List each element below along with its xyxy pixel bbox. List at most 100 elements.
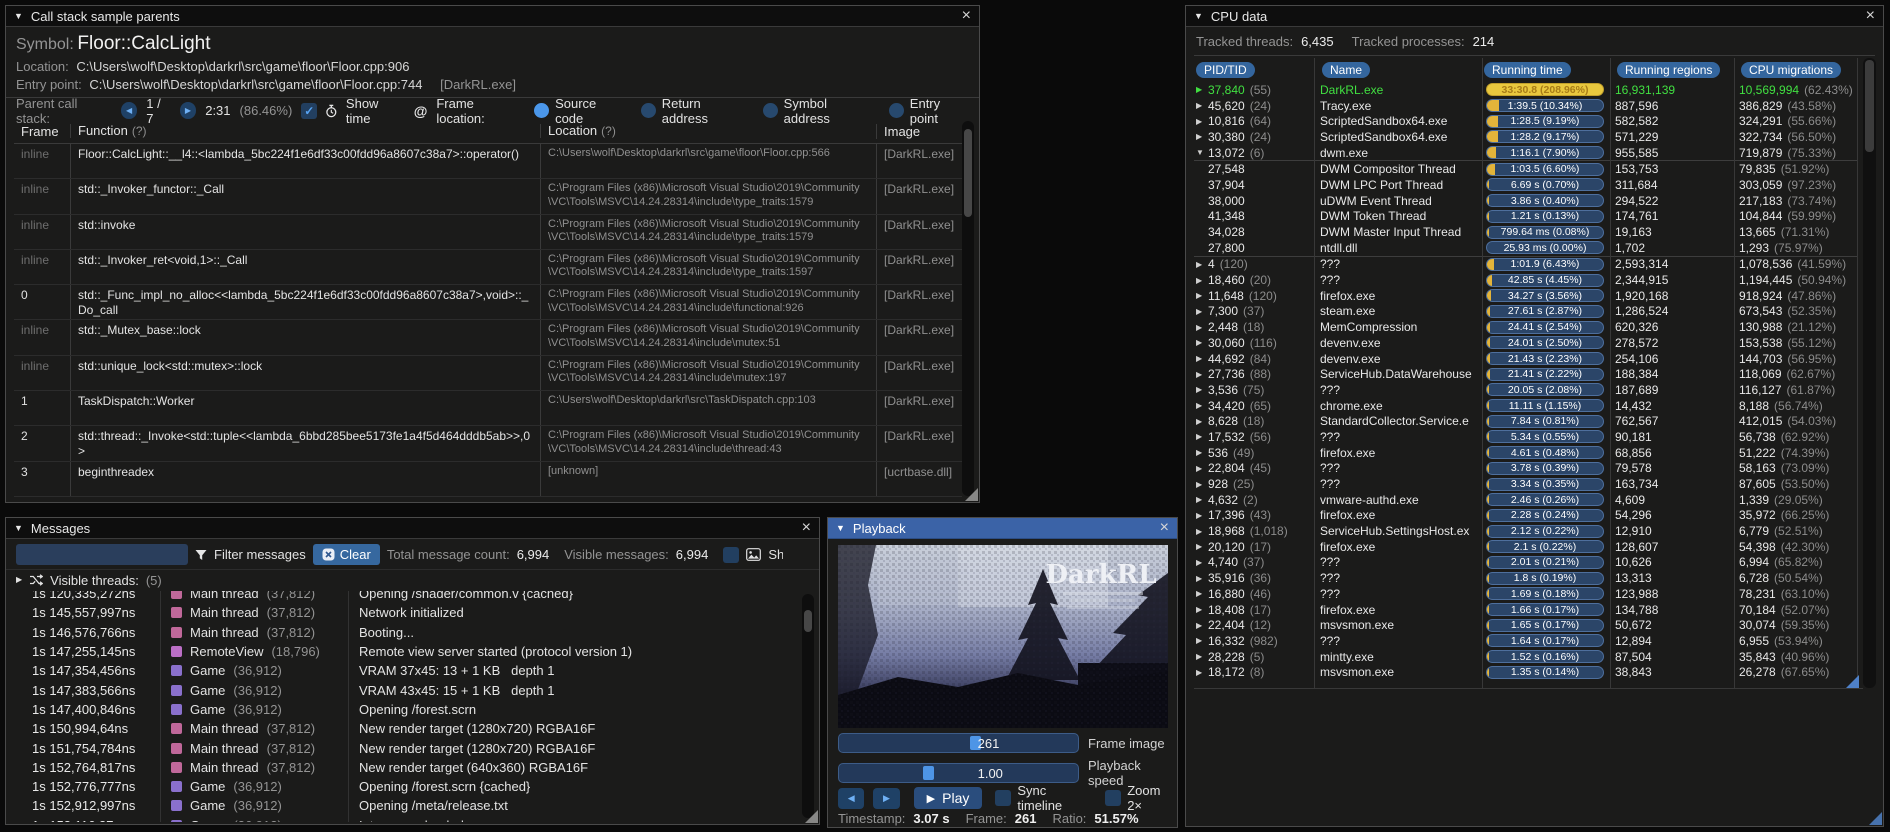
cpu-row[interactable]: ▶ 11,648 (120) firefox.exe 34.27 s (3.56%) 1,… (1194, 288, 1857, 304)
cpu-row[interactable]: ▶ 30,380 (24) ScriptedSandbox64.exe 1:28.2 (… (1194, 129, 1857, 145)
cpu-row[interactable]: ▶ 22,404 (12) msvsmon.exe 1.65 s (0.17%) 50,6… (1194, 617, 1857, 633)
slider-handle[interactable] (922, 766, 934, 780)
cpu-row[interactable]: ▶27,548 DWM Compositor Thread 1:03.5 (6.60… (1194, 161, 1857, 177)
callstack-frame-row[interactable]: inline std::_Invoker_ret<void,1>::_Call C:… (14, 249, 962, 286)
resize-grip[interactable] (805, 810, 818, 823)
cpu-row[interactable]: ▼ 13,072 (6) dwm.exe 1:16.1 (7.90%) 955,585 71… (1194, 145, 1857, 161)
cpu-row[interactable]: ▶ 18,408 (17) firefox.exe 1.66 s (0.17%) 134,… (1194, 602, 1857, 618)
cpu-row[interactable]: ▶ 18,460 (20)??? 42.85 s (4.45%) 2,344,915 1,… (1194, 272, 1857, 288)
scrollbar-thumb[interactable] (1865, 60, 1874, 152)
clear-button[interactable]: Clear (312, 544, 380, 565)
column-header-cpu-migrations[interactable]: CPU migrations (1741, 62, 1842, 78)
expand-arrow-icon[interactable]: ▶ (1194, 401, 1208, 410)
message-row[interactable]: 1s 145,557,997ns Main thread (37,812) Netwo… (14, 603, 795, 623)
cpu-row[interactable]: ▶ 22,804 (45)??? 3.78 s (0.39%) 79,578 58,163… (1194, 461, 1857, 477)
callstack-titlebar[interactable]: ▼ Call stack sample parents × (6, 6, 979, 27)
cpu-row[interactable]: ▶ 45,620 (24) Tracy.exe 1:39.5 (10.34%) 887,5… (1194, 98, 1857, 114)
callstack-frame-row[interactable]: 0 std::_Func_impl_no_alloc<<lambda_5bc224… (14, 285, 962, 321)
inner-resize-grip[interactable] (1846, 675, 1859, 688)
expand-arrow-icon[interactable]: ▶ (1194, 652, 1208, 661)
callstack-scrollbar[interactable] (962, 121, 974, 496)
cpu-row[interactable]: ▶ 17,532 (56)??? 5.34 s (0.55%) 90,181 56,738… (1194, 429, 1857, 445)
expand-arrow-icon[interactable]: ▶ (16, 576, 22, 584)
expand-arrow-icon[interactable]: ▶ (1194, 589, 1208, 598)
callstack-frame-row[interactable]: 3 beginthreadex [unknown] [ucrtbase.dll] (14, 461, 962, 497)
callstack-frame-row[interactable]: inline Floor::CalcLight::__l4::<lambda_5b… (14, 144, 962, 180)
zoom-2x-toggle[interactable]: Zoom 2× (1105, 783, 1177, 813)
column-header-name[interactable]: Name (1322, 62, 1371, 78)
message-row[interactable]: 1s 147,400,846ns Game (36,912) Opening /for… (14, 699, 795, 720)
close-icon[interactable]: × (802, 520, 811, 536)
message-row[interactable]: 1s 120,335,272ns Main thread (37,812) Openi… (14, 591, 795, 604)
message-row[interactable]: 1s 147,354,456ns Game (36,912) VRAM 37x45: … (14, 661, 795, 681)
expand-arrow-icon[interactable]: ▶ (1194, 323, 1208, 332)
expand-arrow-icon[interactable]: ▶ (1194, 370, 1208, 379)
cpu-row[interactable]: ▶ 18,172 (8) msvsmon.exe 1.35 s (0.14%) 38,84… (1194, 664, 1857, 680)
playback-speed-slider[interactable]: 1.00 (838, 763, 1079, 783)
column-header-location[interactable]: Location (?) (540, 124, 876, 139)
expand-arrow-icon[interactable]: ▼ (1194, 148, 1208, 157)
collapse-triangle-icon[interactable]: ▼ (836, 523, 845, 533)
callstack-frame-row[interactable]: inline std::unique_lock<std::mutex>::lock… (14, 355, 962, 392)
message-row[interactable]: 1s 150,994,64ns Main thread (37,812) New re… (14, 719, 795, 739)
cpu-row[interactable]: ▶ 18,968 (1,018) ServiceHub.SettingsHost.ex… (1194, 523, 1857, 539)
column-header-pid-tid[interactable]: PID/TID (1196, 62, 1255, 78)
expand-arrow-icon[interactable]: ▶ (1194, 260, 1208, 269)
column-header-function[interactable]: Function (?) (70, 123, 540, 139)
sync-timeline-checkbox[interactable] (995, 790, 1012, 806)
expand-arrow-icon[interactable]: ▶ (1194, 605, 1208, 614)
expand-arrow-icon[interactable]: ▶ (1194, 338, 1208, 347)
cpu-row[interactable]: ▶ 34,420 (65) chrome.exe 11.11 s (1.15%) 14,4… (1194, 398, 1857, 414)
show-frame-images-checkbox[interactable] (723, 546, 740, 563)
resize-grip[interactable] (1869, 812, 1882, 825)
next-callstack-button[interactable]: ▶ (179, 102, 197, 119)
expand-arrow-icon[interactable]: ▶ (1194, 307, 1208, 316)
expand-arrow-icon[interactable]: ▶ (1194, 668, 1208, 677)
zoom-2x-checkbox[interactable] (1105, 790, 1122, 806)
message-filter-input[interactable] (16, 544, 188, 565)
expand-arrow-icon[interactable]: ▶ (1194, 480, 1208, 489)
cpu-row[interactable]: ▶ 2,448 (18) MemCompression 24.41 s (2.54%) 6… (1194, 319, 1857, 335)
message-row[interactable]: 1s 146,576,766ns Main thread (37,812) Booti… (14, 622, 795, 642)
cpu-row[interactable]: ▶34,028 DWM Master Input Thread 799.64 ms … (1194, 224, 1857, 240)
expand-arrow-icon[interactable]: ▶ (1194, 385, 1208, 394)
message-row[interactable]: 1s 152,764,817ns Main thread (37,812) New r… (14, 757, 795, 777)
expand-arrow-icon[interactable]: ▶ (1194, 527, 1208, 536)
column-header-running-time[interactable]: Running time (1484, 62, 1571, 78)
expand-arrow-icon[interactable]: ▶ (1194, 574, 1208, 583)
cpu-scrollbar[interactable] (1863, 58, 1876, 688)
column-header-frame[interactable]: Frame (14, 124, 70, 139)
cpu-row[interactable]: ▶ 4,632 (2) vmware-authd.exe 2.46 s (0.26%) 4… (1194, 492, 1857, 508)
cpu-row[interactable]: ▶ 35,916 (36)??? 1.8 s (0.19%) 13,313 6,728 (5… (1194, 570, 1857, 586)
show-time-checkbox[interactable]: ✓ (301, 102, 318, 119)
expand-arrow-icon[interactable]: ▶ (1194, 511, 1208, 520)
callstack-frame-row[interactable]: inline std::invoke C:\Program Files (x86)\… (14, 214, 962, 250)
message-row[interactable]: 1s 152,776,777ns Game (36,912) Opening /for… (14, 776, 795, 797)
step-back-button[interactable]: ◀ (838, 787, 865, 809)
expand-arrow-icon[interactable]: ▶ (1194, 101, 1208, 110)
frame-image[interactable]: DarkRL (838, 545, 1168, 728)
sync-timeline-toggle[interactable]: Sync timeline (995, 783, 1092, 813)
expand-arrow-icon[interactable]: ▶ (1194, 495, 1208, 504)
playback-titlebar[interactable]: ▼ Playback × (828, 518, 1177, 539)
cpu-row[interactable]: ▶ 20,120 (17) firefox.exe 2.1 s (0.22%) 128,6… (1194, 539, 1857, 555)
collapse-triangle-icon[interactable]: ▼ (14, 11, 23, 21)
column-header-image[interactable]: Image (876, 123, 962, 139)
cpu-titlebar[interactable]: ▼ CPU data × (1186, 6, 1883, 27)
play-button[interactable]: ▶ Play (913, 787, 983, 809)
collapse-triangle-icon[interactable]: ▼ (14, 523, 23, 533)
prev-callstack-button[interactable]: ◀ (120, 102, 138, 119)
message-row[interactable]: 1s 147,255,145ns RemoteView (18,796) Remote… (14, 641, 795, 662)
cpu-row[interactable]: ▶ 44,692 (84) devenv.exe 21.43 s (2.23%) 254,… (1194, 351, 1857, 367)
step-forward-button[interactable]: ▶ (873, 787, 900, 809)
expand-arrow-icon[interactable]: ▶ (1194, 464, 1208, 473)
expand-arrow-icon[interactable]: ▶ (1194, 276, 1208, 285)
cpu-row[interactable]: ▶ 28,228 (5) mintty.exe 1.52 s (0.16%) 87,504… (1194, 649, 1857, 665)
callstack-frame-row[interactable]: 1 TaskDispatch::Worker C:\Users\wolf\Deskt… (14, 391, 962, 427)
cpu-row[interactable]: ▶ 16,332 (982)??? 1.64 s (0.17%) 12,894 6,955… (1194, 633, 1857, 649)
message-row[interactable]: 1s 153,116,37ns Game (36,912) Intro menu lo… (14, 815, 795, 822)
cpu-row[interactable]: ▶37,904 DWM LPC Port Thread 6.69 s (0.70%)… (1194, 177, 1857, 193)
cpu-row[interactable]: ▶ 30,060 (116) devenv.exe 24.01 s (2.50%) 278… (1194, 335, 1857, 351)
expand-arrow-icon[interactable]: ▶ (1194, 448, 1208, 457)
callstack-frame-row[interactable]: 2 std::thread::_Invoke<std::tuple<<lambda… (14, 426, 962, 462)
